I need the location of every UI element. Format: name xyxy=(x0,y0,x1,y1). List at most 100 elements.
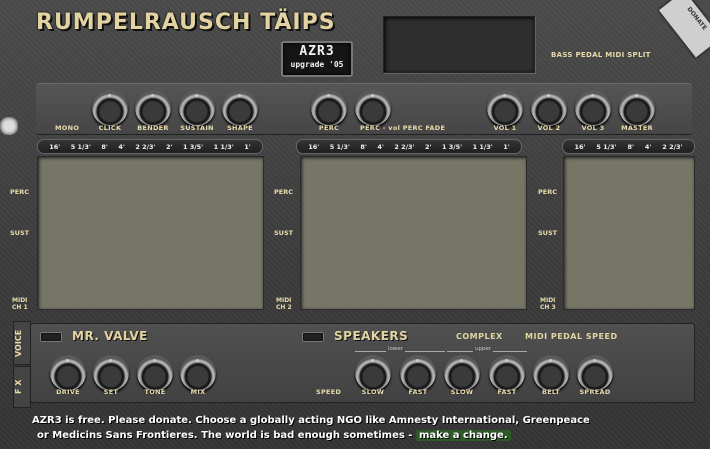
knob-3[interactable] xyxy=(179,90,215,126)
knob-indicator-icon xyxy=(108,94,111,97)
vol-1-label: VOL 1 xyxy=(493,124,517,132)
knob-8[interactable] xyxy=(531,90,567,126)
row-label-sust: SUST xyxy=(274,229,294,237)
row-label-perc: PERC xyxy=(538,188,557,196)
footage-label: 2 2/3' xyxy=(394,142,415,151)
footage-label: 1 1/3' xyxy=(472,142,493,151)
midi-pedal-speed-label[interactable]: MIDI PEDAL SPEED xyxy=(525,332,618,341)
row-label-sust: SUST xyxy=(538,229,558,237)
footage-label: 2 2/3' xyxy=(662,142,683,151)
footage-label: 5 1/3' xyxy=(596,142,617,151)
knob-indicator-icon xyxy=(635,94,638,97)
valve-knob-3[interactable] xyxy=(137,355,173,391)
row-label-sust: SUST xyxy=(10,229,30,237)
knob-indicator-icon xyxy=(593,359,596,362)
knob-indicator-icon xyxy=(591,94,594,97)
speaker-knob-1[interactable] xyxy=(355,355,391,391)
valve-knob-2[interactable] xyxy=(93,355,129,391)
footage-label: 8' xyxy=(627,142,634,151)
knob-indicator-icon xyxy=(66,359,69,362)
speaker-knob-3[interactable] xyxy=(444,355,480,391)
knob-indicator-icon xyxy=(151,94,154,97)
footage-label: 5 1/3' xyxy=(329,142,350,151)
drawbar-footage-header-2: 16' 5 1/3' 8' 4' 2 2/3' 2' 1 3/5' 1 1/3' 1' xyxy=(296,139,522,154)
knob-indicator-icon xyxy=(460,359,463,362)
footage-label: 1 1/3' xyxy=(213,142,234,151)
footage-label: 4' xyxy=(377,142,384,151)
knob-6[interactable] xyxy=(355,90,391,126)
make-a-change-link[interactable]: make a change. xyxy=(415,430,511,441)
footage-label: 4' xyxy=(644,142,652,151)
row-label-perc: PERC xyxy=(10,188,29,196)
speed-label: SPEED xyxy=(316,388,342,396)
lower-label: lower xyxy=(386,346,406,352)
knob-indicator-icon xyxy=(238,94,241,97)
donation-footer: AZR3 is free. Please donate. Choose a gl… xyxy=(32,413,702,443)
knob-indicator-icon xyxy=(196,359,199,362)
midi-channel-label-1: MIDI CH 1 xyxy=(12,297,28,311)
plugin-title: RUMPELRAUSCH TÄIPS xyxy=(36,10,336,35)
speaker-knob-6[interactable] xyxy=(577,355,613,391)
speaker-knob-2[interactable] xyxy=(400,355,436,391)
logo-version: upgrade '05 xyxy=(290,60,344,69)
knob-indicator-icon xyxy=(503,94,506,97)
valve-knob-4[interactable] xyxy=(180,355,216,391)
footage-label: 8' xyxy=(360,142,367,151)
knob-10-label: MASTER xyxy=(621,124,653,132)
footage-label: 1' xyxy=(503,142,510,151)
knob-2[interactable] xyxy=(135,90,171,126)
speaker-6-label: SPREAD xyxy=(579,388,611,396)
footage-label: 4' xyxy=(118,142,125,151)
footage-label: 16' xyxy=(308,142,320,151)
mono-label[interactable]: MONO xyxy=(55,124,79,132)
valve-knob-1[interactable] xyxy=(50,355,86,391)
upper-label: upper xyxy=(473,346,494,352)
knob-6-label: PERC - vol PERC FADE xyxy=(360,124,446,132)
footage-label: 2 2/3' xyxy=(135,142,156,151)
footage-label: 2' xyxy=(165,142,173,151)
tab-fx[interactable]: F X xyxy=(13,366,31,408)
knob-10[interactable] xyxy=(619,90,655,126)
knob-indicator-icon xyxy=(416,359,419,362)
footage-label: 5 1/3' xyxy=(70,142,91,151)
footage-label: 1 3/5' xyxy=(441,142,463,151)
knob-9[interactable] xyxy=(575,90,611,126)
knob-indicator-icon xyxy=(371,94,374,97)
speakers-title: SPEAKERS xyxy=(334,329,409,343)
midi-channel-label-2: MIDI CH 2 xyxy=(276,297,292,311)
valve-4-label: MIX xyxy=(190,388,206,396)
azr3-logo: AZR3 upgrade '05 xyxy=(281,41,353,77)
knob-indicator-icon xyxy=(505,359,508,362)
valve-led-toggle[interactable] xyxy=(40,332,62,342)
footage-label: 16' xyxy=(574,142,586,151)
drawbar-area-2[interactable] xyxy=(300,156,527,310)
drawbar-footage-header-1: 16' 5 1/3' 8' 4' 2 2/3' 2' 1 3/5' 1 1/3' 1' xyxy=(37,139,263,154)
donate-corner-tag[interactable]: DONATE xyxy=(658,0,710,58)
azr3-plugin-window: RUMPELRAUSCH TÄIPS AZR3 upgrade '05 BASS… xyxy=(0,0,710,449)
row-label-perc: PERC xyxy=(274,188,293,196)
speaker-knob-4[interactable] xyxy=(489,355,525,391)
knob-5[interactable] xyxy=(311,90,347,126)
footer-line-1: AZR3 is free. Please donate. Choose a gl… xyxy=(32,415,590,426)
side-ring-icon xyxy=(0,117,18,135)
drawbar-area-1[interactable] xyxy=(37,156,264,310)
knob-indicator-icon xyxy=(327,94,330,97)
logo-name: AZR3 xyxy=(299,44,335,59)
drawbar-footage-header-3: 16' 5 1/3' 8' 4' 2 2/3' xyxy=(562,139,695,154)
lcd-display xyxy=(383,16,535,73)
knob-indicator-icon xyxy=(109,359,112,362)
speakers-led-toggle[interactable] xyxy=(302,332,324,342)
knob-4[interactable] xyxy=(222,90,258,126)
knob-indicator-icon xyxy=(153,359,156,362)
knob-5-label: PERC xyxy=(318,124,340,132)
bass-pedal-midi-split-label[interactable]: BASS PEDAL MIDI SPLIT xyxy=(551,51,651,59)
knob-7[interactable] xyxy=(487,90,523,126)
knob-indicator-icon xyxy=(549,359,552,362)
complex-label[interactable]: COMPLEX xyxy=(456,332,503,341)
knob-1[interactable] xyxy=(92,90,128,126)
tab-voice[interactable]: VOICE xyxy=(13,321,31,365)
speaker-knob-5[interactable] xyxy=(533,355,569,391)
footer-line-2: or Medicins Sans Frontieres. The world i… xyxy=(37,430,413,441)
drawbar-area-3[interactable] xyxy=(563,156,695,310)
knob-indicator-icon xyxy=(371,359,374,362)
